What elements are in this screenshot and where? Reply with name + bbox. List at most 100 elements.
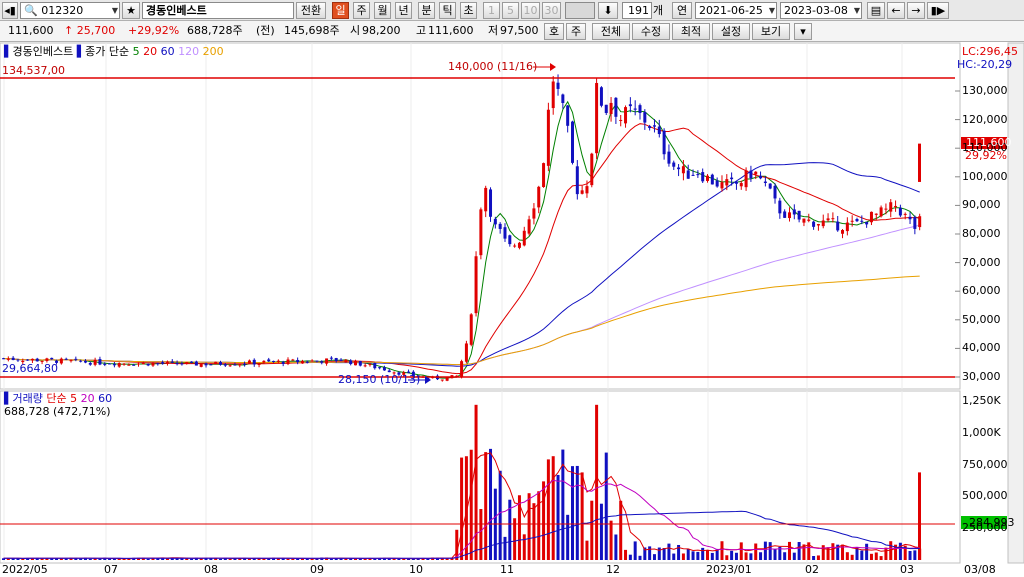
candle-body: [513, 245, 517, 247]
candle-body: [146, 363, 150, 366]
volume-bar: [879, 556, 883, 560]
candle-body: [79, 360, 83, 362]
period-high-label: 140,000 (11/16): [448, 60, 538, 73]
candle-body: [2, 358, 5, 360]
volume-bar: [426, 558, 430, 560]
candle-body: [763, 181, 767, 183]
volume-bar: [865, 543, 869, 560]
candle-body: [349, 360, 353, 365]
candle-body: [243, 363, 247, 365]
candle-body: [358, 361, 362, 366]
candle-body: [6, 358, 10, 360]
candle-body: [185, 362, 189, 364]
candle-body: [329, 357, 333, 359]
candle-body: [619, 119, 623, 121]
candle-body: [918, 216, 922, 228]
candle-body: [696, 174, 700, 176]
candle-body: [913, 217, 917, 229]
volume-bar: [537, 491, 541, 560]
volume-bar: [763, 541, 767, 560]
volume-bar: [532, 503, 536, 560]
volume-bar: [218, 558, 222, 560]
volume-bar: [898, 542, 902, 560]
volume-bar: [546, 459, 550, 560]
legend-vol-ma60[interactable]: 60: [98, 392, 112, 405]
candle-body: [585, 186, 589, 194]
legend-vol-ma20[interactable]: 20: [81, 392, 95, 405]
legend-ma200[interactable]: 200: [203, 45, 224, 58]
volume-bar: [599, 503, 603, 560]
legend-ma-label: 종가 단순: [85, 45, 130, 58]
legend-ma20[interactable]: 20: [143, 45, 157, 58]
candle-body: [894, 205, 898, 207]
candle-body: [580, 190, 584, 194]
candle-body: [681, 166, 685, 174]
candle-body: [831, 218, 835, 220]
candle-body: [214, 361, 218, 365]
vertical-scrollbar[interactable]: [1007, 42, 1024, 564]
candle-body: [657, 126, 661, 135]
volume-bar: [228, 558, 232, 560]
candle-body: [730, 177, 734, 180]
volume-bar: [720, 541, 724, 560]
volume-bar: [474, 404, 478, 560]
candle-body: [744, 170, 748, 188]
volume-bar: [624, 549, 628, 560]
legend-ma120[interactable]: 120: [178, 45, 199, 58]
candle-body: [233, 364, 237, 366]
candle-body: [228, 365, 232, 367]
candle-body: [701, 172, 705, 182]
candle-body: [98, 359, 102, 365]
legend-ma60[interactable]: 60: [161, 45, 175, 58]
candle-body: [204, 363, 208, 366]
candle-body: [734, 181, 738, 184]
price-tick-label: 90,000: [962, 198, 1001, 212]
volume-bar: [884, 547, 888, 560]
candle-body: [69, 360, 73, 362]
candle-body: [609, 102, 613, 115]
candle-body: [537, 186, 541, 208]
candle-body: [156, 363, 160, 365]
candle-body: [170, 361, 174, 363]
candle-body: [363, 365, 367, 367]
volume-bar: [860, 550, 864, 560]
volume-bar: [672, 553, 676, 560]
candle-body: [754, 171, 758, 175]
volume-bar: [522, 534, 526, 560]
candle-body: [180, 363, 184, 365]
candle-body: [595, 82, 599, 154]
candle-body: [74, 358, 78, 360]
volume-bar: [797, 542, 801, 560]
volume-bar: [498, 470, 502, 560]
candle-body: [161, 362, 165, 364]
volume-bar: [628, 554, 632, 560]
volume-bar: [913, 550, 917, 560]
candle-body: [16, 359, 20, 361]
candle-body: [508, 235, 512, 245]
candle-body: [816, 224, 820, 226]
candle-body: [325, 358, 329, 364]
candle-body: [710, 174, 714, 185]
legend-vol-ma5[interactable]: 5: [70, 392, 77, 405]
candle-body: [879, 207, 883, 217]
volume-bar: [595, 404, 599, 560]
candle-body: [382, 367, 386, 371]
candle-body: [768, 183, 772, 189]
candle-body: [503, 227, 507, 239]
candle-body: [599, 87, 603, 106]
candle-body: [855, 219, 859, 222]
volume-bar: [710, 552, 714, 560]
candle-body: [903, 213, 907, 215]
volume-bar: [479, 509, 483, 560]
date-tick-label: 09: [310, 563, 324, 576]
candle-body: [532, 208, 536, 219]
price-tick-label: 60,000: [962, 284, 1001, 298]
candle-body: [575, 166, 579, 195]
legend-ma5[interactable]: 5: [133, 45, 140, 58]
candle-body: [339, 359, 343, 361]
candle-body: [860, 220, 864, 222]
candle-body: [792, 209, 796, 215]
stock-chart[interactable]: [0, 0, 1024, 576]
candle-body: [199, 364, 203, 367]
candle-body: [272, 360, 276, 362]
